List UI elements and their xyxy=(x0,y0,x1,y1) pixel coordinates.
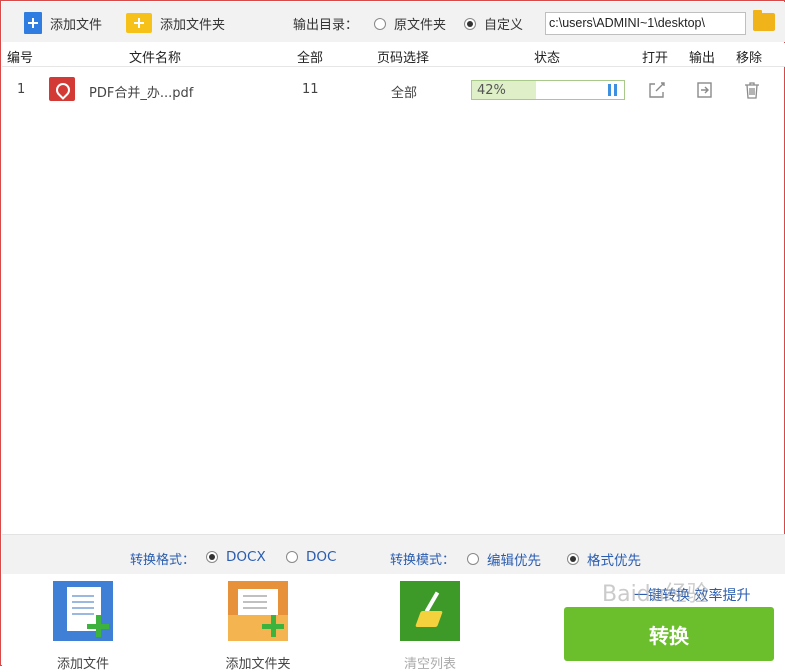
header-index: 编号 xyxy=(7,51,34,66)
header-output: 输出 xyxy=(689,51,716,66)
radio-custom-folder[interactable]: 自定义 xyxy=(464,14,523,33)
output-path-input[interactable]: c:\users\ADMINI~1\desktop\ xyxy=(545,12,746,35)
add-file-big-label: 添加文件 xyxy=(56,657,109,672)
format-docx-label: DOCX xyxy=(226,549,266,565)
mode-format-option[interactable]: 格式优先 xyxy=(567,549,641,569)
row-index: 1 xyxy=(17,82,26,97)
clear-list-button[interactable]: 清空列表 xyxy=(380,581,480,672)
header-filename: 文件名称 xyxy=(129,51,182,66)
format-docx-radio[interactable] xyxy=(206,551,218,563)
add-folder-icon xyxy=(126,13,152,33)
header-remove: 移除 xyxy=(736,51,763,66)
radio-custom-label: 自定义 xyxy=(484,18,524,33)
radio-original-indicator[interactable] xyxy=(374,17,386,30)
progress-text: 42% xyxy=(477,83,506,98)
header-page-select: 页码选择 xyxy=(377,51,430,66)
radio-original-folder[interactable]: 原文件夹 xyxy=(374,14,446,33)
add-file-big-button[interactable]: 添加文件 xyxy=(33,581,133,672)
header-status: 状态 xyxy=(534,51,561,66)
app-window: 添加文件 添加文件夹 输出目录： 原文件夹 自定义 c:\users\ADMIN… xyxy=(0,0,785,672)
header-open: 打开 xyxy=(642,51,669,66)
row-total-pages: 11 xyxy=(302,82,319,97)
format-label: 转换格式： xyxy=(130,553,196,568)
conversion-progress-bar: 42% xyxy=(471,80,625,100)
header-total: 全部 xyxy=(297,51,324,66)
add-folder-toolbar-button[interactable]: 添加文件夹 xyxy=(126,12,225,34)
conversion-options-bar: 转换格式： DOCX DOC 转换模式： 编辑优先 格式优先 xyxy=(2,534,785,574)
pdf-file-icon xyxy=(49,77,75,101)
pause-icon[interactable] xyxy=(608,84,618,96)
mode-format-label: 格式优先 xyxy=(587,553,641,569)
top-toolbar: 添加文件 添加文件夹 输出目录： 原文件夹 自定义 c:\users\ADMIN… xyxy=(2,2,785,42)
add-file-toolbar-button[interactable]: 添加文件 xyxy=(24,12,102,34)
format-doc-radio[interactable] xyxy=(286,551,298,563)
footer-action-bar: 添加文件 添加文件夹 清空列表 一键转换 效率提升 转换 Baidu经验 xyxy=(2,574,785,672)
row-filename: PDF合并_办...pdf xyxy=(89,86,194,101)
format-doc-label: DOC xyxy=(306,549,337,565)
mode-label: 转换模式： xyxy=(390,553,456,568)
add-document-icon xyxy=(53,581,113,641)
mode-edit-option[interactable]: 编辑优先 xyxy=(467,549,541,569)
file-table-header: 编号 文件名称 全部 页码选择 状态 打开 输出 移除 xyxy=(2,43,785,67)
output-dir-label: 输出目录： xyxy=(293,18,359,33)
clear-list-label: 清空列表 xyxy=(403,657,456,672)
radio-original-label: 原文件夹 xyxy=(394,18,447,33)
row-page-select[interactable]: 全部 xyxy=(391,82,417,101)
format-docx-option[interactable]: DOCX xyxy=(206,549,266,565)
convert-button[interactable]: 转换 xyxy=(564,607,774,661)
trash-icon[interactable] xyxy=(742,80,762,100)
add-folder-big-button[interactable]: 添加文件夹 xyxy=(208,581,308,672)
radio-custom-indicator[interactable] xyxy=(464,17,476,30)
browse-folder-icon[interactable] xyxy=(753,10,775,31)
add-file-icon xyxy=(24,12,42,34)
output-file-icon[interactable] xyxy=(695,80,715,100)
table-row[interactable]: 1 PDF合并_办...pdf 11 全部 42% xyxy=(2,69,785,111)
add-file-label: 添加文件 xyxy=(50,17,103,33)
mode-format-radio[interactable] xyxy=(567,553,579,565)
broom-icon xyxy=(400,581,460,641)
mode-edit-radio[interactable] xyxy=(467,553,479,565)
add-folder-label: 添加文件夹 xyxy=(160,17,226,33)
slogan-text: 一键转换 效率提升 xyxy=(634,588,751,604)
add-folder-big-label: 添加文件夹 xyxy=(225,657,291,672)
open-external-icon[interactable] xyxy=(647,80,667,100)
format-doc-option[interactable]: DOC xyxy=(286,549,336,565)
add-folder-big-icon xyxy=(228,581,288,641)
mode-edit-label: 编辑优先 xyxy=(487,553,541,569)
